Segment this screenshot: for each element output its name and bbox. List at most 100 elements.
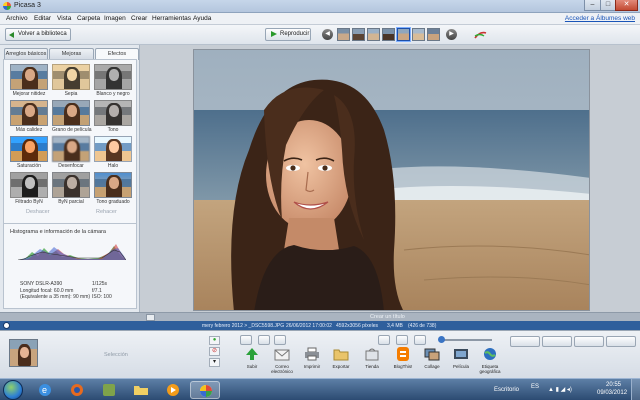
previous-photo-arrow-icon[interactable]: ◀	[322, 29, 333, 40]
filmstrip-thumb-selected[interactable]	[397, 28, 410, 41]
tray-notification-icons[interactable]: ▲ ▮ ◢ ◂)	[548, 386, 572, 393]
effect-film-grain[interactable]: Grano de película	[52, 100, 92, 133]
collage-icon	[424, 348, 440, 361]
next-photo-arrow-icon[interactable]: ▶	[446, 29, 457, 40]
taskbar-location-toolbar[interactable]: Escritorio	[494, 387, 519, 393]
effect-graduated-tint[interactable]: Tono graduado	[94, 172, 132, 205]
main-photo[interactable]	[193, 49, 590, 311]
effect-glow[interactable]: Halo	[94, 136, 132, 169]
back-to-library-label: Volver a biblioteca	[18, 31, 67, 37]
histogram-title: Histograma e información de la cámara	[10, 229, 106, 235]
clock-time[interactable]: 20:55	[606, 382, 621, 388]
collage-button[interactable]: Collage	[418, 347, 446, 369]
effect-label: Tono	[107, 127, 119, 133]
minimize-button[interactable]: –	[584, 0, 601, 11]
movie-button[interactable]: Película	[447, 347, 475, 369]
clear-selection-icon[interactable]: ⊘	[209, 347, 220, 356]
view-compare-button[interactable]	[414, 335, 426, 345]
tags-button[interactable]	[574, 336, 604, 347]
language-indicator[interactable]: ES	[531, 384, 539, 390]
menu-ayuda[interactable]: Ayuda	[193, 15, 211, 22]
menu-herramientas[interactable]: Herramientas	[152, 15, 191, 22]
info-toggle-icon[interactable]	[3, 322, 10, 329]
slideshow-play-button[interactable]: Reproducir	[265, 28, 311, 41]
effect-thumbnail	[52, 172, 90, 198]
view-split-button[interactable]	[396, 335, 408, 345]
undo-button[interactable]: Deshacer	[26, 209, 50, 215]
tab-basic-fixes[interactable]: Arreglos básicos	[4, 48, 48, 59]
zoom-slider[interactable]	[444, 339, 492, 341]
filmstrip-thumb[interactable]	[427, 28, 440, 41]
tray-photo-thumbnail[interactable]	[9, 339, 38, 367]
effect-saturation[interactable]: Saturación	[10, 136, 48, 169]
share-icon[interactable]	[474, 30, 487, 40]
effect-soft-focus[interactable]: Desenfocar	[52, 136, 90, 169]
zoom-slider-handle[interactable]	[438, 336, 445, 343]
blogthis-button[interactable]: BlogThis!	[389, 347, 417, 369]
redo-button[interactable]: Rehacer	[96, 209, 117, 215]
filmstrip-thumb[interactable]	[337, 28, 350, 41]
taskbar-media-player-icon[interactable]	[158, 381, 188, 399]
upload-icon	[246, 348, 258, 360]
add-to-album-icon[interactable]: ▾	[209, 358, 220, 367]
upload-label: Subir	[246, 364, 258, 369]
view-mode-button[interactable]	[378, 335, 390, 345]
filmstrip-thumb[interactable]	[382, 28, 395, 41]
show-desktop-button[interactable]	[631, 379, 640, 400]
menu-imagen[interactable]: Imagen	[104, 15, 126, 22]
menu-archivo[interactable]: Archivo	[6, 15, 28, 22]
taskbar-app-icon[interactable]	[94, 381, 124, 399]
svg-text:e: e	[42, 385, 47, 395]
effect-sharpen[interactable]: Mejorar nitidez	[10, 64, 48, 97]
print-button[interactable]: Imprimir	[298, 347, 326, 369]
filmstrip-thumb[interactable]	[367, 28, 380, 41]
effect-label: Grano de película	[52, 127, 92, 133]
clock-date[interactable]: 09/03/2012	[597, 390, 627, 396]
caption-input[interactable]: Crear un título	[370, 314, 405, 320]
menu-editar[interactable]: Editar	[34, 15, 51, 22]
info-button[interactable]	[606, 336, 636, 347]
geotag-button[interactable]: Etiqueta geográfica	[476, 347, 504, 374]
places-button[interactable]	[542, 336, 572, 347]
effect-tint[interactable]: Tono	[94, 100, 132, 133]
effect-filtered-bw[interactable]: Filtrado ByN	[10, 172, 48, 205]
web-albums-link[interactable]: Acceder a Álbumes web	[565, 15, 635, 22]
menu-vista[interactable]: Vista	[57, 15, 71, 22]
filmstrip-thumb[interactable]	[352, 28, 365, 41]
menu-crear[interactable]: Crear	[131, 15, 147, 22]
maximize-button[interactable]: □	[600, 0, 616, 11]
taskbar-firefox-icon[interactable]	[62, 381, 92, 399]
filmstrip-thumb[interactable]	[412, 28, 425, 41]
start-button-icon[interactable]	[3, 380, 23, 400]
photo-dimensions: 4592x3056 píxeles	[336, 323, 378, 329]
shop-button[interactable]: Tienda	[358, 347, 386, 369]
rotate-right-button[interactable]	[274, 335, 286, 345]
people-button[interactable]	[510, 336, 540, 347]
tab-tuning[interactable]: Mejoras	[49, 48, 94, 59]
export-button[interactable]: Exportar	[327, 347, 355, 369]
printer-icon	[305, 347, 319, 361]
effect-label: Sepia	[64, 91, 78, 97]
hold-selection-icon[interactable]: ●	[209, 336, 220, 345]
back-to-library-button[interactable]: Volver a biblioteca	[5, 28, 71, 41]
effect-warmify[interactable]: Más calidez	[10, 100, 48, 133]
camera-info-right: 1/125s f/7.1 ISO: 100	[92, 281, 112, 301]
taskbar-explorer-icon[interactable]	[126, 381, 156, 399]
star-button[interactable]	[240, 335, 252, 345]
effect-focal-bw[interactable]: ByN parcial	[52, 172, 90, 205]
close-button[interactable]: ✕	[615, 0, 638, 11]
taskbar-picasa-icon[interactable]	[190, 381, 220, 399]
menu-carpeta[interactable]: Carpeta	[77, 15, 100, 22]
upload-button[interactable]: Subir	[238, 347, 266, 369]
email-button[interactable]: Correo electrónico	[268, 347, 296, 374]
camera-info-left: SONY DSLR-A390 Longitud focal: 60.0 mm (…	[20, 281, 90, 301]
effect-sepia[interactable]: Sepia	[52, 64, 90, 97]
menu-bar: Archivo Editar Vista Carpeta Imagen Crea…	[0, 13, 640, 25]
caption-toggle-button[interactable]	[146, 314, 155, 321]
effect-label: Mejorar nitidez	[12, 91, 46, 97]
effect-black-white[interactable]: Blanco y negro	[94, 64, 132, 97]
effect-thumbnail	[52, 100, 90, 126]
email-icon	[274, 349, 290, 361]
taskbar-ie-icon[interactable]: e	[30, 381, 60, 399]
rotate-left-button[interactable]	[258, 335, 270, 345]
